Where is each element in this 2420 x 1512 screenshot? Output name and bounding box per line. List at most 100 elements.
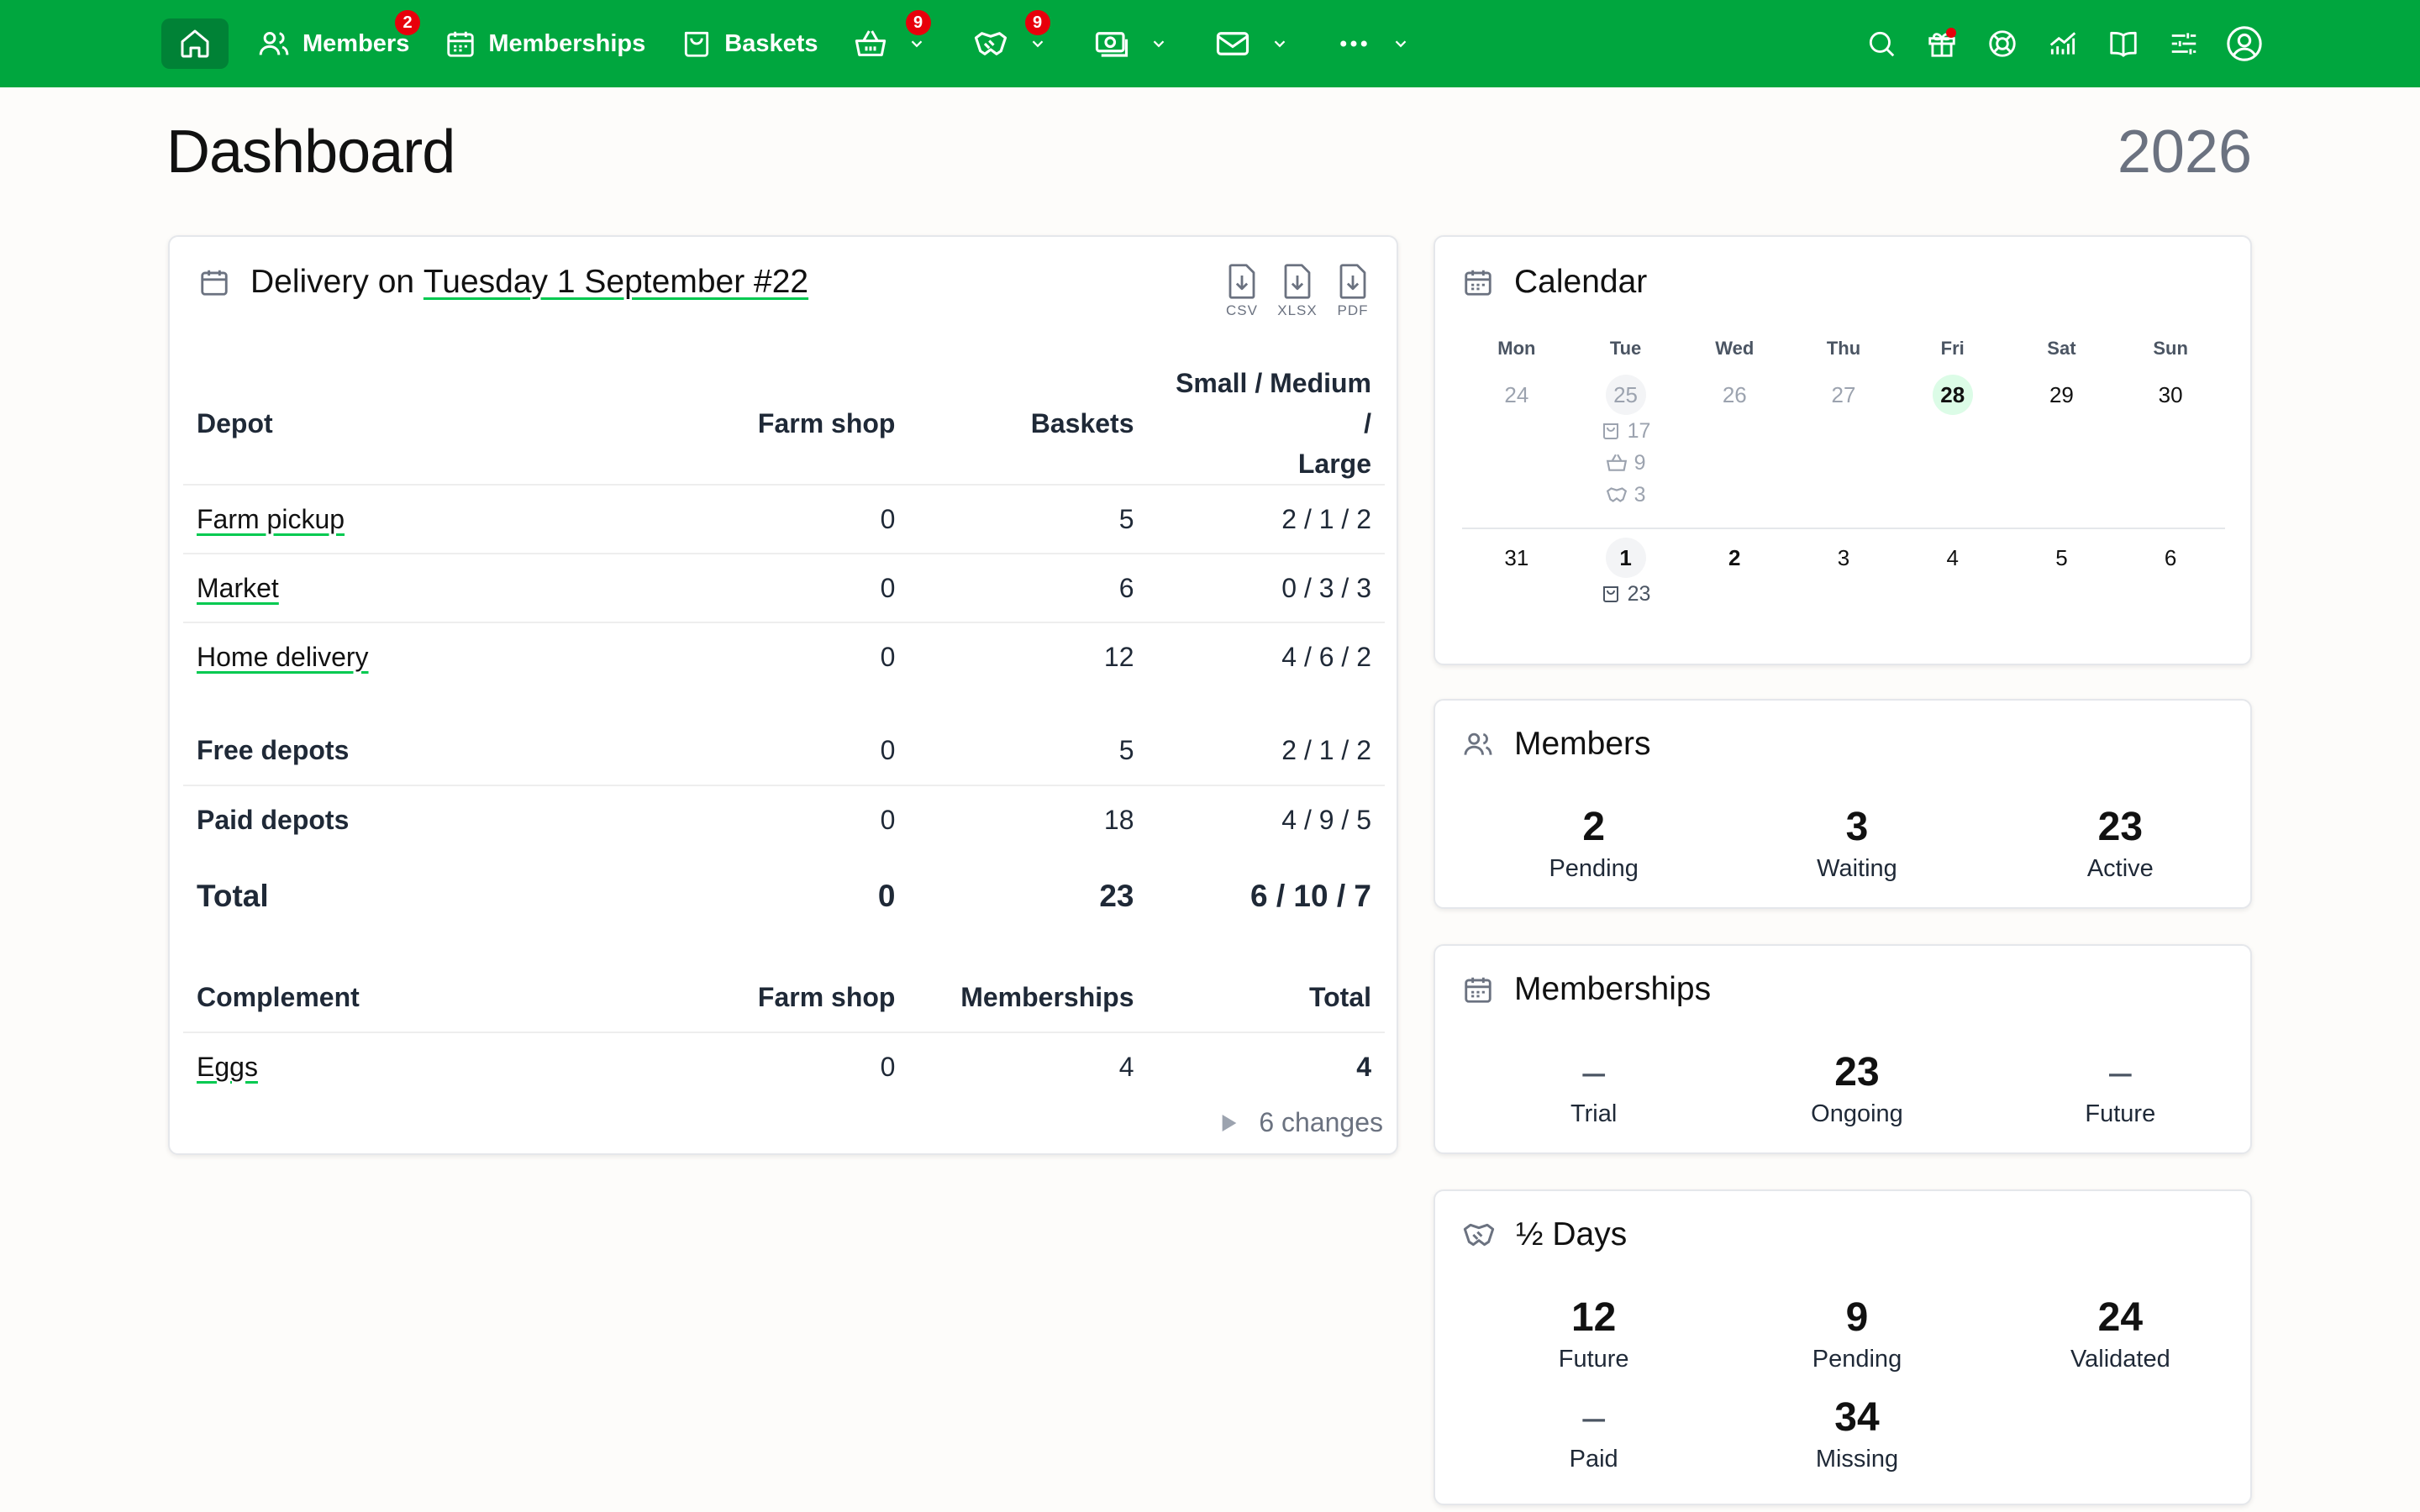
calendar-day-today[interactable]: 28 <box>1932 375 1973 415</box>
col-farm-shop: Farm shop <box>757 407 896 438</box>
sizes-cell: 4 / 9 / 5 <box>1147 785 1385 854</box>
page-title: Dashboard <box>166 118 455 186</box>
stat-missing[interactable]: 34 Missing <box>1725 1394 1988 1473</box>
calendar-divider <box>1462 528 2225 529</box>
depot-link[interactable]: Farm pickup <box>197 504 345 534</box>
export-pdf-button[interactable]: PDF <box>1334 262 1371 319</box>
delivery-link[interactable]: Tuesday 1 September #22 <box>424 264 808 301</box>
nav-members[interactable]: Members 2 <box>245 10 421 69</box>
account-button[interactable] <box>2225 24 2264 63</box>
banknote-icon <box>1095 32 1128 57</box>
calendar-day[interactable]: 5 <box>2041 538 2081 578</box>
stat-ongoing[interactable]: 23 Ongoing <box>1725 1048 1988 1128</box>
total-label: Total <box>197 879 269 913</box>
mail-icon <box>1216 32 1249 55</box>
file-download-icon <box>1339 264 1366 299</box>
calendar-day[interactable]: 6 <box>2150 538 2191 578</box>
baskets-cell: 5 <box>908 484 1148 554</box>
sizes-cell: 2 / 1 / 2 <box>1147 484 1385 554</box>
members-card-header: Members <box>1462 726 1651 763</box>
nav-more-menu[interactable] <box>1324 18 1434 69</box>
notification-dot <box>1946 28 1956 38</box>
calendar-day[interactable]: 3 <box>1823 538 1864 578</box>
stat-waiting[interactable]: 3 Waiting <box>1725 803 1988 883</box>
col-total: Total <box>1308 982 1371 1012</box>
stat-trial[interactable]: – Trial <box>1462 1048 1725 1128</box>
halfdays-badge: 9 <box>1024 10 1050 35</box>
year-selector[interactable]: 2026 <box>2118 118 2252 186</box>
summary-row: Free depots 0 5 2 / 1 / 2 <box>183 717 1385 785</box>
depot-link[interactable]: Home delivery <box>197 642 369 672</box>
weekday-label: Sat <box>2047 338 2076 359</box>
nav-billing-menu[interactable] <box>1082 18 1192 69</box>
calendar-day[interactable]: 29 <box>2041 375 2081 415</box>
bag-icon <box>1602 423 1618 439</box>
chevron-down-icon <box>1032 40 1043 48</box>
summary-label: Paid depots <box>183 785 667 854</box>
farm-shop-cell: 0 <box>666 622 909 691</box>
nav-baskets[interactable]: Baskets <box>669 18 829 69</box>
calendar-day[interactable]: 2 <box>1714 538 1754 578</box>
members-stats: 2 Pending 3 Waiting 23 Active <box>1462 803 2252 883</box>
calendar-day[interactable]: 27 <box>1823 375 1864 415</box>
nav-halfdays-menu[interactable]: 9 <box>961 10 1071 69</box>
sizes-cell: 2 / 1 / 2 <box>1281 735 1371 765</box>
export-buttons: CSV XLSX PDF <box>1223 262 1371 319</box>
members-badge: 2 <box>395 10 420 35</box>
calendar-day[interactable]: 26 <box>1714 375 1754 415</box>
calendar-day[interactable]: 4 <box>1933 538 1973 578</box>
stats-button[interactable] <box>2044 24 2082 63</box>
stat-validated[interactable]: 24 Validated <box>1989 1294 2252 1373</box>
chart-line-icon <box>2049 32 2076 55</box>
home-icon <box>181 29 209 58</box>
col-complement: Complement <box>197 982 360 1012</box>
memberships-title: Memberships <box>1514 971 1712 1007</box>
nav-complements-menu[interactable]: 9 <box>842 10 950 69</box>
bag-icon <box>1602 586 1618 602</box>
members-title: Members <box>1514 726 1651 762</box>
col-depot: Depot <box>197 407 273 438</box>
calendar-day[interactable]: 30 <box>2150 375 2191 415</box>
weekday-label: Tue <box>1609 338 1642 359</box>
home-button[interactable] <box>161 18 229 69</box>
depot-link[interactable]: Market <box>197 573 279 603</box>
day-complements-count[interactable]: 9 <box>1606 447 1646 479</box>
calendar-icon <box>1465 977 1491 1003</box>
halfdays-stats: 12 Future 9 Pending 24 Validated – Paid 34 Mi… <box>1462 1294 2252 1473</box>
help-button[interactable] <box>1983 24 2022 63</box>
export-csv-button[interactable]: CSV <box>1223 262 1260 319</box>
search-button[interactable] <box>1862 24 1901 63</box>
farm-shop-cell: 0 <box>880 735 896 765</box>
day-halfdays-count[interactable]: 3 <box>1606 479 1646 511</box>
table-row: Farm pickup 0 5 2 / 1 / 2 <box>183 484 1385 554</box>
sizes-cell: 4 / 6 / 2 <box>1147 622 1385 691</box>
stat-paid[interactable]: – Paid <box>1462 1394 1725 1473</box>
stat-pending[interactable]: 9 Pending <box>1725 1294 1988 1373</box>
calendar-day[interactable]: 25 <box>1605 375 1646 415</box>
table-row: Eggs 0 4 4 <box>183 1032 1385 1101</box>
delivery-title-prefix: Delivery on <box>250 264 415 300</box>
stat-future[interactable]: – Future <box>1989 1048 2252 1128</box>
stat-active[interactable]: 23 Active <box>1989 803 2252 883</box>
calendar-day-selected[interactable]: 1 <box>1605 538 1646 578</box>
updates-button[interactable] <box>1923 24 1961 63</box>
export-xlsx-label: XLSX <box>1277 302 1318 318</box>
calendar-card: Calendar Mon Tue Wed Thu Fri Sat Sun 24 … <box>1434 235 2252 665</box>
export-xlsx-button[interactable]: XLSX <box>1277 262 1318 319</box>
docs-button[interactable] <box>2104 24 2143 63</box>
complement-link[interactable]: Eggs <box>197 1052 258 1082</box>
total-baskets: 23 <box>1099 879 1134 913</box>
stat-future[interactable]: 12 Future <box>1462 1294 1725 1373</box>
nav-emails-menu[interactable] <box>1203 18 1313 69</box>
day-baskets-count[interactable]: 17 <box>1601 415 1650 447</box>
changes-toggle[interactable]: 6 changes <box>1222 1107 1383 1138</box>
settings-button[interactable] <box>2165 24 2203 63</box>
nav-memberships[interactable]: Memberships <box>433 18 657 69</box>
calendar-day[interactable]: 24 <box>1497 375 1537 415</box>
day-baskets-count[interactable]: 23 <box>1601 578 1650 610</box>
baskets-cell: 18 <box>908 785 1148 854</box>
total-farm-shop: 0 <box>877 879 896 913</box>
book-icon <box>2110 31 2137 57</box>
calendar-day[interactable]: 31 <box>1497 538 1537 578</box>
stat-pending[interactable]: 2 Pending <box>1462 803 1725 883</box>
